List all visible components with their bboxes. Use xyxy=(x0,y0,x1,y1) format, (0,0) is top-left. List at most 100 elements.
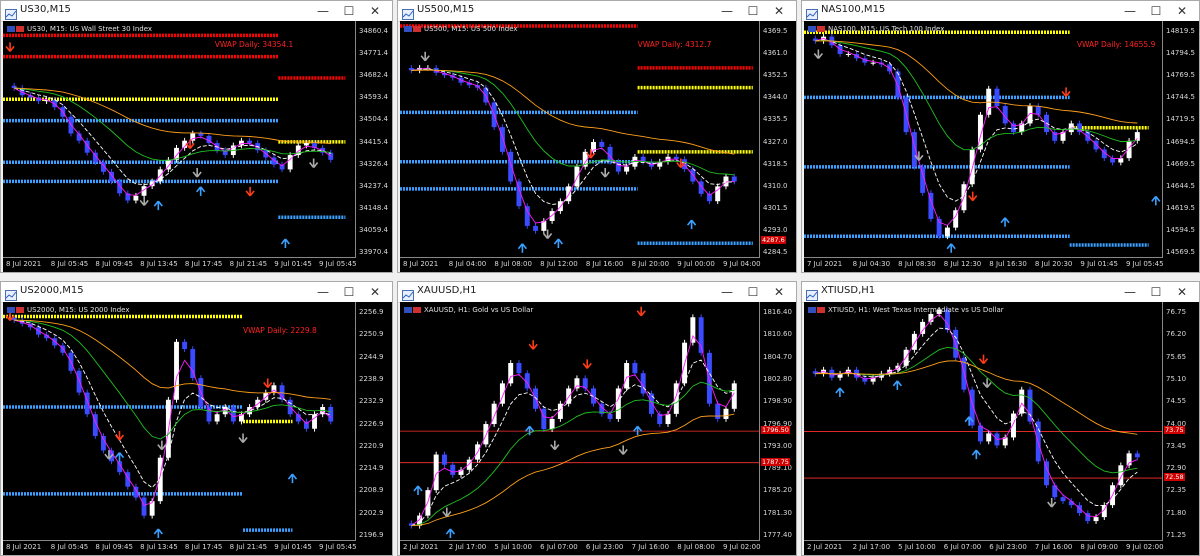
candle-body xyxy=(723,408,729,419)
window-titlebar[interactable]: US2000,M15 — ☐ ✕ xyxy=(1,282,392,303)
candle-body xyxy=(1027,389,1033,422)
price-tick-label: 4335.5 xyxy=(763,115,788,124)
time-tick-label: 9 Jul 04:00 xyxy=(723,260,761,268)
price-tick-label: 14644.5 xyxy=(1166,181,1195,190)
signal-arrow-icon xyxy=(157,440,167,451)
minimize-button[interactable]: — xyxy=(714,2,740,20)
window-titlebar[interactable]: XTIUSD,H1 — ☐ ✕ xyxy=(802,282,1199,303)
time-axis[interactable]: 2 Jul 2021 2 Jul 17:00 5 Jul 10:00 6 Jul 07… xyxy=(804,540,1164,555)
vwap-line xyxy=(815,40,1138,124)
chart-area[interactable]: NAS100, M15: US Tech 100 Index VWAP Daily… xyxy=(804,21,1199,272)
price-tick-label: 34682.4 xyxy=(359,71,388,80)
time-axis[interactable]: 8 Jul 2021 8 Jul 05:45 8 Jul 09:45 8 Jul 13… xyxy=(3,257,357,272)
price-axis[interactable]: 76.75 76.20 75.65 75.10 74.55 74.00 73.45 72.90… xyxy=(1162,302,1199,541)
signal-arrow-icon xyxy=(813,49,823,59)
time-tick-label: 8 Jul 08:00 xyxy=(494,260,532,268)
ema-fast-line xyxy=(411,67,735,224)
vwap-daily-label: VWAP Daily: 4312.7 xyxy=(637,39,712,49)
candle-body xyxy=(303,143,309,146)
time-axis[interactable]: 2 Jul 2021 2 Jul 17:00 5 Jul 10:00 6 Jul 07… xyxy=(400,540,761,555)
chart-canvas xyxy=(804,307,1163,524)
flag-icon xyxy=(413,307,421,313)
chart-area[interactable]: US30, M15: US Wall Street 30 Index VWAP D… xyxy=(3,21,392,272)
window-titlebar[interactable]: NAS100,M15 — ☐ ✕ xyxy=(802,1,1199,22)
chart-area[interactable]: XAUUSD, H1: Gold vs US Dollar 1816.40 1810… xyxy=(400,302,796,555)
chart-area[interactable]: XTIUSD, H1: West Texas Intermediate vs U… xyxy=(804,302,1199,555)
minimize-button[interactable]: — xyxy=(1117,283,1143,301)
chart-window-icon xyxy=(402,286,414,301)
chart-window-nas100[interactable]: NAS100,M15 — ☐ ✕ NAS100, M15: US Tech 100 In… xyxy=(801,0,1200,273)
close-button[interactable]: ✕ xyxy=(766,283,792,301)
candle-body xyxy=(441,454,447,465)
time-tick-label: 8 Jul 16:00 xyxy=(585,260,624,268)
ema-mid-line xyxy=(815,327,1138,506)
price-axis[interactable]: 4369.5 4361.0 4352.5 4344.0 4335.5 4327.0 4318… xyxy=(759,21,796,258)
chart-window-xtiusd[interactable]: XTIUSD,H1 — ☐ ✕ XTIUSD, H1: West Texas Inter… xyxy=(801,281,1200,556)
price-axis[interactable]: 1816.40 1810.60 1804.70 1802.80 1798.90 1796.… xyxy=(759,302,796,541)
signal-arrow-icon xyxy=(550,440,560,451)
chart-window-us30[interactable]: US30,M15 — ☐ ✕ US30, M15: US Wall Street 30 … xyxy=(0,0,393,273)
chart-symbol-header: US500, M15: US 500 Index xyxy=(404,25,518,33)
maximize-icon: ☐ xyxy=(343,4,355,18)
price-axis[interactable]: 2256.9 2250.9 2244.9 2238.9 2232.9 2226.9 2220… xyxy=(355,302,392,541)
flag-icon xyxy=(404,26,412,32)
time-axis[interactable]: 7 Jul 2021 8 Jul 04:30 8 Jul 08:30 8 Jul 12… xyxy=(804,257,1164,272)
minimize-button[interactable]: — xyxy=(310,283,336,301)
price-axis[interactable]: 14819.5 14794.5 14769.5 14744.5 14719.5 14694… xyxy=(1162,21,1199,258)
candle-body xyxy=(1044,461,1049,486)
close-button[interactable]: ✕ xyxy=(1169,2,1195,20)
candle-body xyxy=(533,225,539,231)
time-tick-label: 8 Jul 05:45 xyxy=(50,543,89,551)
maximize-button[interactable]: ☐ xyxy=(336,283,362,301)
close-button[interactable]: ✕ xyxy=(362,283,388,301)
time-tick-label: 9 Jul 01:45 xyxy=(274,543,312,551)
close-button[interactable]: ✕ xyxy=(766,2,792,20)
window-titlebar[interactable]: US500,M15 — ☐ ✕ xyxy=(398,1,796,22)
window-titlebar[interactable]: US30,M15 — ☐ ✕ xyxy=(1,1,392,22)
sma-slow-line xyxy=(411,381,735,527)
time-tick-label: 7 Jul 2021 xyxy=(807,260,843,268)
close-button[interactable]: ✕ xyxy=(1169,283,1195,301)
price-tick-label: 1777.40 xyxy=(763,531,792,539)
ema-mid-line xyxy=(815,39,1138,202)
maximize-button[interactable]: ☐ xyxy=(1143,2,1169,20)
previous-price-tag: 1787.75 xyxy=(761,457,790,466)
chart-area[interactable]: US2000, M15: US 2000 Index VWAP Daily: 22… xyxy=(3,302,392,555)
maximize-button[interactable]: ☐ xyxy=(336,2,362,20)
candle-body xyxy=(895,71,901,98)
maximize-button[interactable]: ☐ xyxy=(740,2,766,20)
time-axis[interactable]: 8 Jul 2021 8 Jul 04:00 8 Jul 08:00 8 Jul 12… xyxy=(400,257,761,272)
chart-window-us500[interactable]: US500,M15 — ☐ ✕ US500, M15: US 500 Index VWAP… xyxy=(397,0,797,273)
flag-icon xyxy=(16,26,24,32)
minimize-button[interactable]: — xyxy=(714,283,740,301)
candle-body xyxy=(1019,389,1025,414)
close-button[interactable]: ✕ xyxy=(362,2,388,20)
window-titlebar[interactable]: XAUUSD,H1 — ☐ ✕ xyxy=(398,282,796,303)
ema-fast-line xyxy=(815,313,1138,518)
chart-area[interactable]: US500, M15: US 500 Index VWAP Daily: 4312… xyxy=(400,21,796,272)
buy-arrow-icon xyxy=(445,528,456,539)
time-tick-label: 8 Jul 09:45 xyxy=(95,260,133,268)
minimize-button[interactable]: — xyxy=(310,2,336,20)
time-tick-label: 9 Jul 05:45 xyxy=(319,260,357,268)
price-tick-label: 1802.80 xyxy=(763,374,792,383)
minimize-button[interactable]: — xyxy=(1117,2,1143,20)
candle-body xyxy=(986,433,992,442)
close-icon: ✕ xyxy=(369,285,381,299)
buy-arrow-icon xyxy=(287,473,298,484)
maximize-button[interactable]: ☐ xyxy=(1143,283,1169,301)
chart-window-us2000[interactable]: US2000,M15 — ☐ ✕ US2000, M15: US 2000 Index V… xyxy=(0,281,393,556)
buy-arrow-icon xyxy=(835,387,845,398)
price-tick-label: 34415.4 xyxy=(359,137,388,146)
chart-canvas xyxy=(3,33,346,249)
chart-window-icon xyxy=(5,5,17,20)
candle-body xyxy=(508,151,514,182)
price-axis[interactable]: 34860.4 34771.4 34682.4 34593.4 34504.4 34415… xyxy=(355,21,392,258)
buy-arrow-icon xyxy=(971,449,981,460)
maximize-button[interactable]: ☐ xyxy=(740,283,766,301)
maximize-icon: ☐ xyxy=(1150,4,1162,18)
time-axis[interactable]: 8 Jul 2021 8 Jul 05:45 8 Jul 09:45 8 Jul 13… xyxy=(3,540,357,555)
chart-window-xauusd[interactable]: XAUUSD,H1 — ☐ ✕ XAUUSD, H1: Gold vs US Dolla… xyxy=(397,281,797,556)
price-tick-label: 1804.70 xyxy=(763,352,792,361)
price-tick-label: 14594.5 xyxy=(1166,225,1195,234)
